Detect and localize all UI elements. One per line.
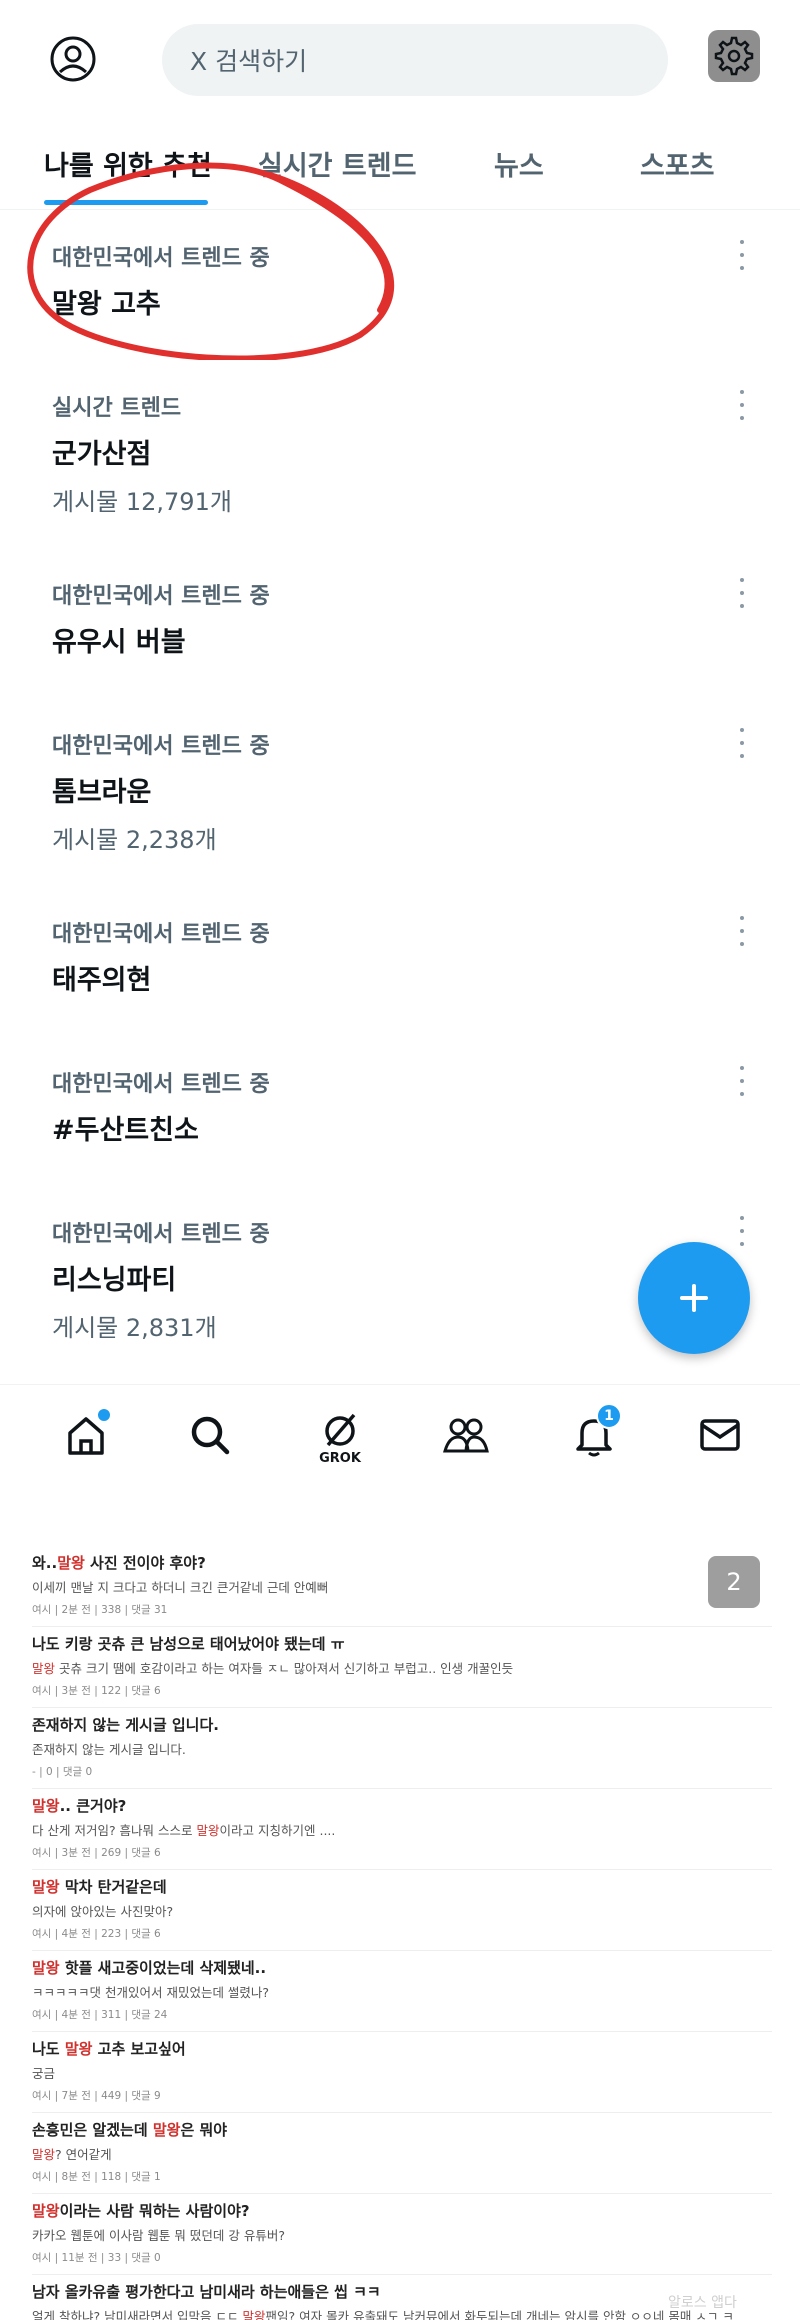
search-input[interactable]: X 검색하기: [162, 24, 668, 96]
list-item[interactable]: 와..말왕 사진 전이야 후야? 이세끼 맨날 지 크다고 하더니 크긴 큰거같네…: [32, 1552, 772, 1627]
grok-icon: [325, 1413, 356, 1447]
more-icon[interactable]: [730, 578, 754, 608]
post-title: 남자 올카유출 평가한다고 남미새라 하는애들은 씹 ㅋㅋ: [32, 2283, 381, 2301]
post-meta: 여시 | 3분 전 | 122 | 댓글 6: [32, 1685, 161, 1697]
post-preview: 카카오 웹툰에 이사람 웹툰 뭐 떴던데 강 유튜버?: [32, 2228, 285, 2243]
nav-search[interactable]: [182, 1411, 238, 1471]
trend-context: 대한민국에서 트렌드 중: [52, 922, 270, 947]
post-preview: 이세끼 맨날 지 크다고 하더니 크긴 큰거같네 근데 안예뻐: [32, 1580, 329, 1595]
nav-grok[interactable]: GROK: [312, 1411, 368, 1471]
trend-context: 대한민국에서 트렌드 중: [52, 584, 270, 609]
list-item[interactable]: 말왕이라는 사람 뭐하는 사람이야? 카카오 웹툰에 이사람 웹툰 뭐 떴던데 강…: [32, 2200, 772, 2275]
post-title: 말왕이라는 사람 뭐하는 사람이야?: [32, 2202, 250, 2220]
trend-context: 실시간 트렌드: [52, 396, 182, 421]
plus-icon: [680, 1284, 708, 1312]
mail-icon: [700, 1419, 740, 1451]
post-meta: 여시 | 2분 전 | 338 | 댓글 31: [32, 1604, 168, 1616]
post-meta: 여시 | 4분 전 | 311 | 댓글 24: [32, 2009, 168, 2021]
post-preview: 궁금: [32, 2066, 56, 2081]
post-preview: 말왕? 연어같게: [32, 2147, 112, 2162]
post-title: 와..말왕 사진 전이야 후야?: [32, 1554, 206, 1572]
nav-messages[interactable]: [692, 1411, 748, 1471]
active-tab-indicator: [44, 200, 208, 205]
post-preview: 말왕 곳츄 크기 땜에 호감이라고 하는 여자들 ㅈㄴ 많아져서 신기하고 부럽…: [32, 1661, 514, 1676]
trend-context: 대한민국에서 트렌드 중: [52, 734, 270, 759]
trend-post-count: 게시물 12,791개: [52, 488, 232, 516]
list-item[interactable]: 말왕 핫플 새고중이었는데 삭제됐네.. ㅋㅋㅋㅋㅋ댓 천개있어서 재밌었는데 썰…: [32, 1957, 772, 2032]
tab-news[interactable]: 뉴스: [494, 144, 544, 183]
post-title: 나도 말왕 고추 보고싶어: [32, 2040, 186, 2058]
trend-name: 태주의현: [52, 965, 152, 996]
compose-button[interactable]: [638, 1242, 750, 1354]
post-title: 나도 키랑 곳츄 큰 남성으로 태어났어야 됐는데 ㅠ: [32, 1635, 345, 1653]
post-preview: 다 산게 저거임? 흠나뭐 스스로 말왕이라고 지칭하기엔 ....: [32, 1823, 336, 1838]
nav-communities[interactable]: [438, 1411, 494, 1471]
more-icon[interactable]: [730, 916, 754, 946]
list-item[interactable]: 남자 올카유출 평가한다고 남미새라 하는애들은 씹 ㅋㅋ 얼게 착하냐? 남미새…: [32, 2281, 772, 2320]
top-bar: X 검색하기: [0, 0, 800, 120]
post-preview: 의자에 앉아있는 사진맞아?: [32, 1904, 174, 1919]
more-icon[interactable]: [730, 1066, 754, 1096]
trend-context: 대한민국에서 트렌드 중: [52, 1222, 270, 1247]
post-title: 존재하지 않는 게시글 입니다.: [32, 1716, 219, 1734]
more-icon[interactable]: [730, 240, 754, 270]
grok-label: GROK: [319, 1451, 361, 1466]
bottom-nav: GROK 1: [0, 1384, 800, 1494]
profile-icon[interactable]: [48, 34, 98, 84]
nav-notifications[interactable]: 1: [566, 1403, 622, 1471]
tab-sports[interactable]: 스포츠: [640, 144, 715, 183]
post-title: 손흥민은 알겠는데 말왕은 뭐야: [32, 2121, 228, 2139]
post-meta: 여시 | 3분 전 | 269 | 댓글 6: [32, 1847, 161, 1859]
trend-name: 말왕 고추: [52, 289, 161, 320]
notification-badge: 1: [596, 1403, 622, 1429]
more-icon[interactable]: [730, 728, 754, 758]
post-preview: ㅋㅋㅋㅋㅋ댓 천개있어서 재밌었는데 썰렸나?: [32, 1985, 270, 2000]
list-item[interactable]: 나도 말왕 고추 보고싶어궁금여시 | 7분 전 | 449 | 댓글 9: [32, 2038, 772, 2113]
nav-home[interactable]: [58, 1409, 114, 1471]
more-icon[interactable]: [730, 390, 754, 420]
trend-post-count: 게시물 2,238개: [52, 826, 217, 854]
trend-name: 리스닝파티: [52, 1265, 177, 1296]
post-preview: 얼게 착하냐? 남미새라면서 입막음 ㄷㄷ 말왕팬임? 여자 몰카 유출돼도 남…: [32, 2309, 734, 2320]
settings-icon[interactable]: [708, 30, 760, 82]
tab-trending[interactable]: 실시간 트렌드: [258, 144, 416, 183]
community-post-list: 와..말왕 사진 전이야 후야? 이세끼 맨날 지 크다고 하더니 크긴 큰거같네…: [0, 1520, 800, 2320]
more-icon[interactable]: [730, 1216, 754, 1246]
list-item[interactable]: 말왕 막차 탄거같은데의자에 앉아있는 사진맞아? 여시 | 4분 전 | 223…: [32, 1876, 772, 1951]
trend-name: 군가산점: [52, 439, 152, 470]
list-item[interactable]: 손흥민은 알겠는데 말왕은 뭐야말왕? 연어같게여시 | 8분 전 | 118 …: [32, 2119, 772, 2194]
post-meta: 여시 | 11분 전 | 33 | 댓글 0: [32, 2252, 161, 2264]
search-placeholder: X 검색하기: [190, 47, 308, 76]
trend-name: 톰브라운: [52, 777, 152, 808]
search-icon: [191, 1416, 230, 1455]
trend-name: #두산트친소: [52, 1115, 199, 1146]
trend-context: 대한민국에서 트렌드 중: [52, 1072, 270, 1097]
trend-context: 대한민국에서 트렌드 중: [52, 246, 270, 271]
home-unread-dot: [98, 1409, 110, 1421]
post-title: 말왕 막차 탄거같은데: [32, 1878, 167, 1896]
watermark: 알로스 앱다: [668, 2295, 737, 2311]
post-meta: 여시 | 4분 전 | 223 | 댓글 6: [32, 1928, 161, 1940]
trend-name: 유우시 버블: [52, 627, 186, 658]
list-item[interactable]: 나도 키랑 곳츄 큰 남성으로 태어났어야 됐는데 ㅠ 말왕 곳츄 크기 땜에 호…: [32, 1633, 772, 1708]
post-meta: - | 0 | 댓글 0: [32, 1766, 93, 1778]
post-meta: 여시 | 8분 전 | 118 | 댓글 1: [32, 2171, 161, 2183]
list-item[interactable]: 말왕.. 큰거야? 다 산게 저거임? 흠나뭐 스스로 말왕이라고 지칭하기엔 .…: [32, 1795, 772, 1870]
communities-icon: [443, 1418, 489, 1453]
post-preview: 존재하지 않는 게시글 입니다.: [32, 1742, 186, 1757]
post-meta: 여시 | 7분 전 | 449 | 댓글 9: [32, 2090, 161, 2102]
post-title: 말왕.. 큰거야?: [32, 1797, 127, 1815]
trend-post-count: 게시물 2,831개: [52, 1314, 217, 1342]
tab-for-you[interactable]: 나를 위한 추천: [44, 144, 212, 183]
post-title: 말왕 핫플 새고중이었는데 삭제됐네..: [32, 1959, 267, 1977]
explore-tabs: 나를 위한 추천 실시간 트렌드 뉴스 스포츠: [0, 130, 800, 210]
list-item[interactable]: 존재하지 않는 게시글 입니다. 존재하지 않는 게시글 입니다. - | 0 | …: [32, 1714, 772, 1789]
